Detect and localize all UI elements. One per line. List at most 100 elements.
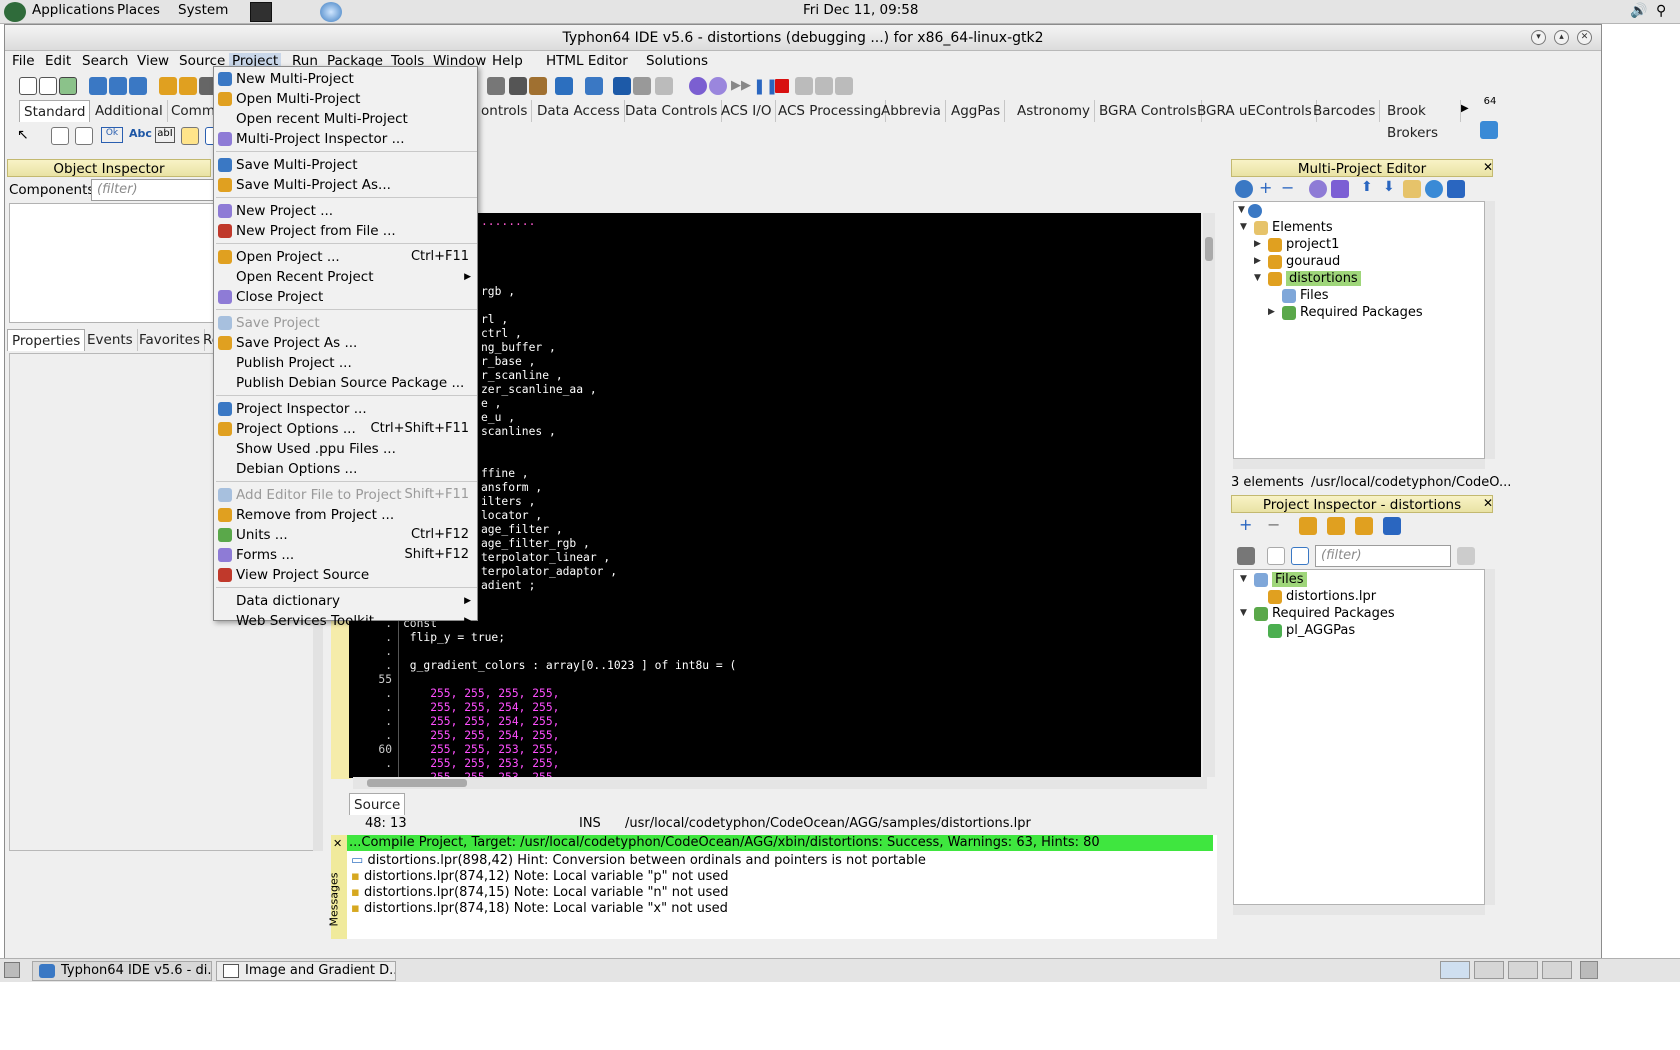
menu-item-units[interactable]: Units ... Ctrl+F12	[214, 525, 477, 545]
pi-tree-icon[interactable]	[1267, 547, 1285, 565]
menu-item-close-project[interactable]: Close Project	[214, 287, 477, 307]
maximize-icon[interactable]: ▴	[1554, 30, 1569, 45]
tab-bgra-controls[interactable]: BGRA Controls	[1095, 100, 1202, 122]
menu-html-editor[interactable]: HTML Editor	[546, 53, 628, 69]
menu-item-open-recent-project[interactable]: Open Recent Project ▶	[214, 267, 477, 287]
tree-node[interactable]: Required Packages	[1300, 305, 1423, 320]
tab-brook-brokers[interactable]: Brook Brokers	[1383, 100, 1461, 141]
palette-dropdown-icon[interactable]	[1480, 121, 1498, 139]
pi-tree-vscrollbar[interactable]	[1485, 569, 1495, 905]
menu-edit[interactable]: Edit	[45, 53, 71, 69]
menu-item-data-dictionary[interactable]: Data dictionary ▶	[214, 591, 477, 611]
task-image-gradient[interactable]: Image and Gradient D...	[216, 961, 396, 981]
menu-file[interactable]: File	[12, 53, 35, 69]
multi-project-tree[interactable]: ▼ ▼ Elements ▶ project1 ▶ gouraud ▼ distortions…	[1233, 201, 1485, 459]
window-titlebar[interactable]: Typhon64 IDE v5.6 - distortions (debuggi…	[5, 25, 1601, 51]
components-filter[interactable]: (filter)	[91, 179, 215, 201]
button-component-icon[interactable]: Ok	[101, 127, 123, 143]
pi-filter-input[interactable]: (filter)	[1315, 545, 1451, 567]
collapse-arrow-icon[interactable]: ▼	[1240, 608, 1247, 618]
mp-options-icon[interactable]	[1309, 180, 1327, 198]
pi-sort-icon[interactable]	[1237, 547, 1255, 565]
open-icon[interactable]	[89, 77, 107, 95]
menu-item-new-project[interactable]: New Project ...	[214, 201, 477, 221]
menu-item-new-multi-project[interactable]: New Multi-Project	[214, 69, 477, 89]
tree-node[interactable]: distortions.lpr	[1286, 589, 1376, 604]
component-icon[interactable]	[655, 77, 673, 95]
pi-remove-icon[interactable]: −	[1267, 515, 1280, 534]
workspace-2[interactable]	[1474, 961, 1504, 979]
tree-node[interactable]: gouraud	[1286, 254, 1340, 269]
menu-item-show-used-ppu-files[interactable]: Show Used .ppu Files ...	[214, 439, 477, 459]
menu-search[interactable]: Search	[82, 53, 128, 69]
menu-item-open-recent-multi-project[interactable]: Open recent Multi-Project	[214, 109, 477, 129]
mp-run-icon[interactable]	[1331, 180, 1349, 198]
popupmenu-icon[interactable]	[75, 127, 93, 145]
pi-open-icon[interactable]	[1327, 517, 1345, 535]
menu-item-save-multi-project[interactable]: Save Multi-Project	[214, 155, 477, 175]
expand-arrow-icon[interactable]: ▼	[1238, 205, 1245, 215]
stop-icon[interactable]	[775, 79, 789, 93]
tab-data-controls[interactable]: Data Controls	[621, 100, 723, 122]
messages-side-tab[interactable]: ✕ Messages	[327, 835, 347, 939]
label-component-icon[interactable]: Abc	[129, 127, 152, 140]
places-menu[interactable]: Places	[117, 2, 160, 18]
mp-down-icon[interactable]: ⬇	[1383, 179, 1395, 195]
editor-hscrollbar[interactable]	[353, 777, 1207, 789]
tab-favorites[interactable]: Favorites	[135, 329, 205, 351]
terminal-launcher-icon[interactable]	[250, 2, 272, 22]
tree-node[interactable]: Elements	[1272, 220, 1333, 235]
edit-component-icon[interactable]: abI	[155, 127, 175, 143]
message-line[interactable]: ▪ distortions.lpr(874,18) Note: Local va…	[351, 901, 728, 916]
mp-menu-icon[interactable]	[1447, 180, 1465, 198]
tree-node[interactable]: Required Packages	[1272, 606, 1395, 621]
mp-add-icon[interactable]: +	[1259, 178, 1272, 197]
pi-menu-icon[interactable]	[1383, 517, 1401, 535]
menu-item-open-multi-project[interactable]: Open Multi-Project	[214, 89, 477, 109]
component-tree[interactable]	[9, 203, 215, 323]
tab-additional[interactable]: Additional	[91, 100, 168, 122]
menu-item-publish-project[interactable]: Publish Project ...	[214, 353, 477, 373]
save-project-icon[interactable]	[179, 77, 197, 95]
pi-alpha-icon[interactable]	[1291, 547, 1309, 565]
tab-source[interactable]: Source	[349, 793, 406, 815]
palette-scroll-right-icon[interactable]: ▶	[1461, 103, 1469, 114]
collapse-arrow-icon[interactable]: ▼	[1240, 222, 1247, 232]
tab-controls[interactable]: ontrols	[477, 100, 533, 122]
step-into-icon[interactable]	[815, 77, 833, 95]
expand-arrow-icon[interactable]: ▶	[1254, 239, 1261, 249]
mp-folder-icon[interactable]	[1403, 180, 1421, 198]
menu-item-publish-debian-source-package[interactable]: Publish Debian Source Package ...	[214, 373, 477, 393]
pi-tree-hscrollbar[interactable]	[1233, 905, 1485, 915]
editor-hscroll-thumb[interactable]	[367, 779, 467, 787]
menu-item-view-project-source[interactable]: View Project Source	[214, 565, 477, 585]
mp-tree-vscrollbar[interactable]	[1485, 201, 1495, 459]
debug-step-icon[interactable]	[709, 77, 727, 95]
menu-item-forms[interactable]: Forms ... Shift+F12	[214, 545, 477, 565]
mp-remove-icon[interactable]: −	[1281, 178, 1294, 197]
collapse-arrow-icon[interactable]: ▼	[1254, 273, 1261, 283]
menu-item-remove-from-project[interactable]: Remove from Project ...	[214, 505, 477, 525]
mp-refresh-icon[interactable]	[1425, 180, 1443, 198]
tab-barcodes[interactable]: Barcodes	[1309, 100, 1381, 122]
mainmenu-icon[interactable]	[51, 127, 69, 145]
new-file-icon[interactable]	[19, 77, 37, 95]
volume-icon[interactable]: 🔊	[1630, 3, 1647, 19]
editor-vscroll-thumb[interactable]	[1205, 237, 1213, 261]
workspace-1[interactable]	[1440, 961, 1470, 979]
tab-bgra-uecontrols[interactable]: BGRA uEControls	[1193, 100, 1317, 122]
workspace-4[interactable]	[1542, 961, 1572, 979]
multi-project-close-icon[interactable]: ✕	[1483, 160, 1493, 174]
close-window-icon[interactable]: ✕	[1577, 30, 1592, 45]
menu-item-open-project[interactable]: Open Project ... Ctrl+F11	[214, 247, 477, 267]
menu-item-multi-project-inspector[interactable]: Multi-Project Inspector ...	[214, 129, 477, 149]
project-inspector-tree[interactable]: ▼ Files distortions.lpr ▼ Required Packages p…	[1233, 569, 1485, 905]
typhon-launcher-icon[interactable]	[320, 2, 342, 22]
new-unit-icon[interactable]	[59, 77, 77, 95]
clock[interactable]: Fri Dec 11, 09:58	[803, 2, 918, 18]
mp-up-icon[interactable]: ⬆	[1361, 179, 1373, 195]
tab-aggpas[interactable]: AggPas	[947, 100, 1006, 122]
pi-clear-filter-icon[interactable]	[1457, 547, 1475, 565]
menu-item-save-project-as[interactable]: Save Project As ...	[214, 333, 477, 353]
menu-item-web-services-toolkit[interactable]: Web Services Toolkit ▶	[214, 611, 477, 631]
